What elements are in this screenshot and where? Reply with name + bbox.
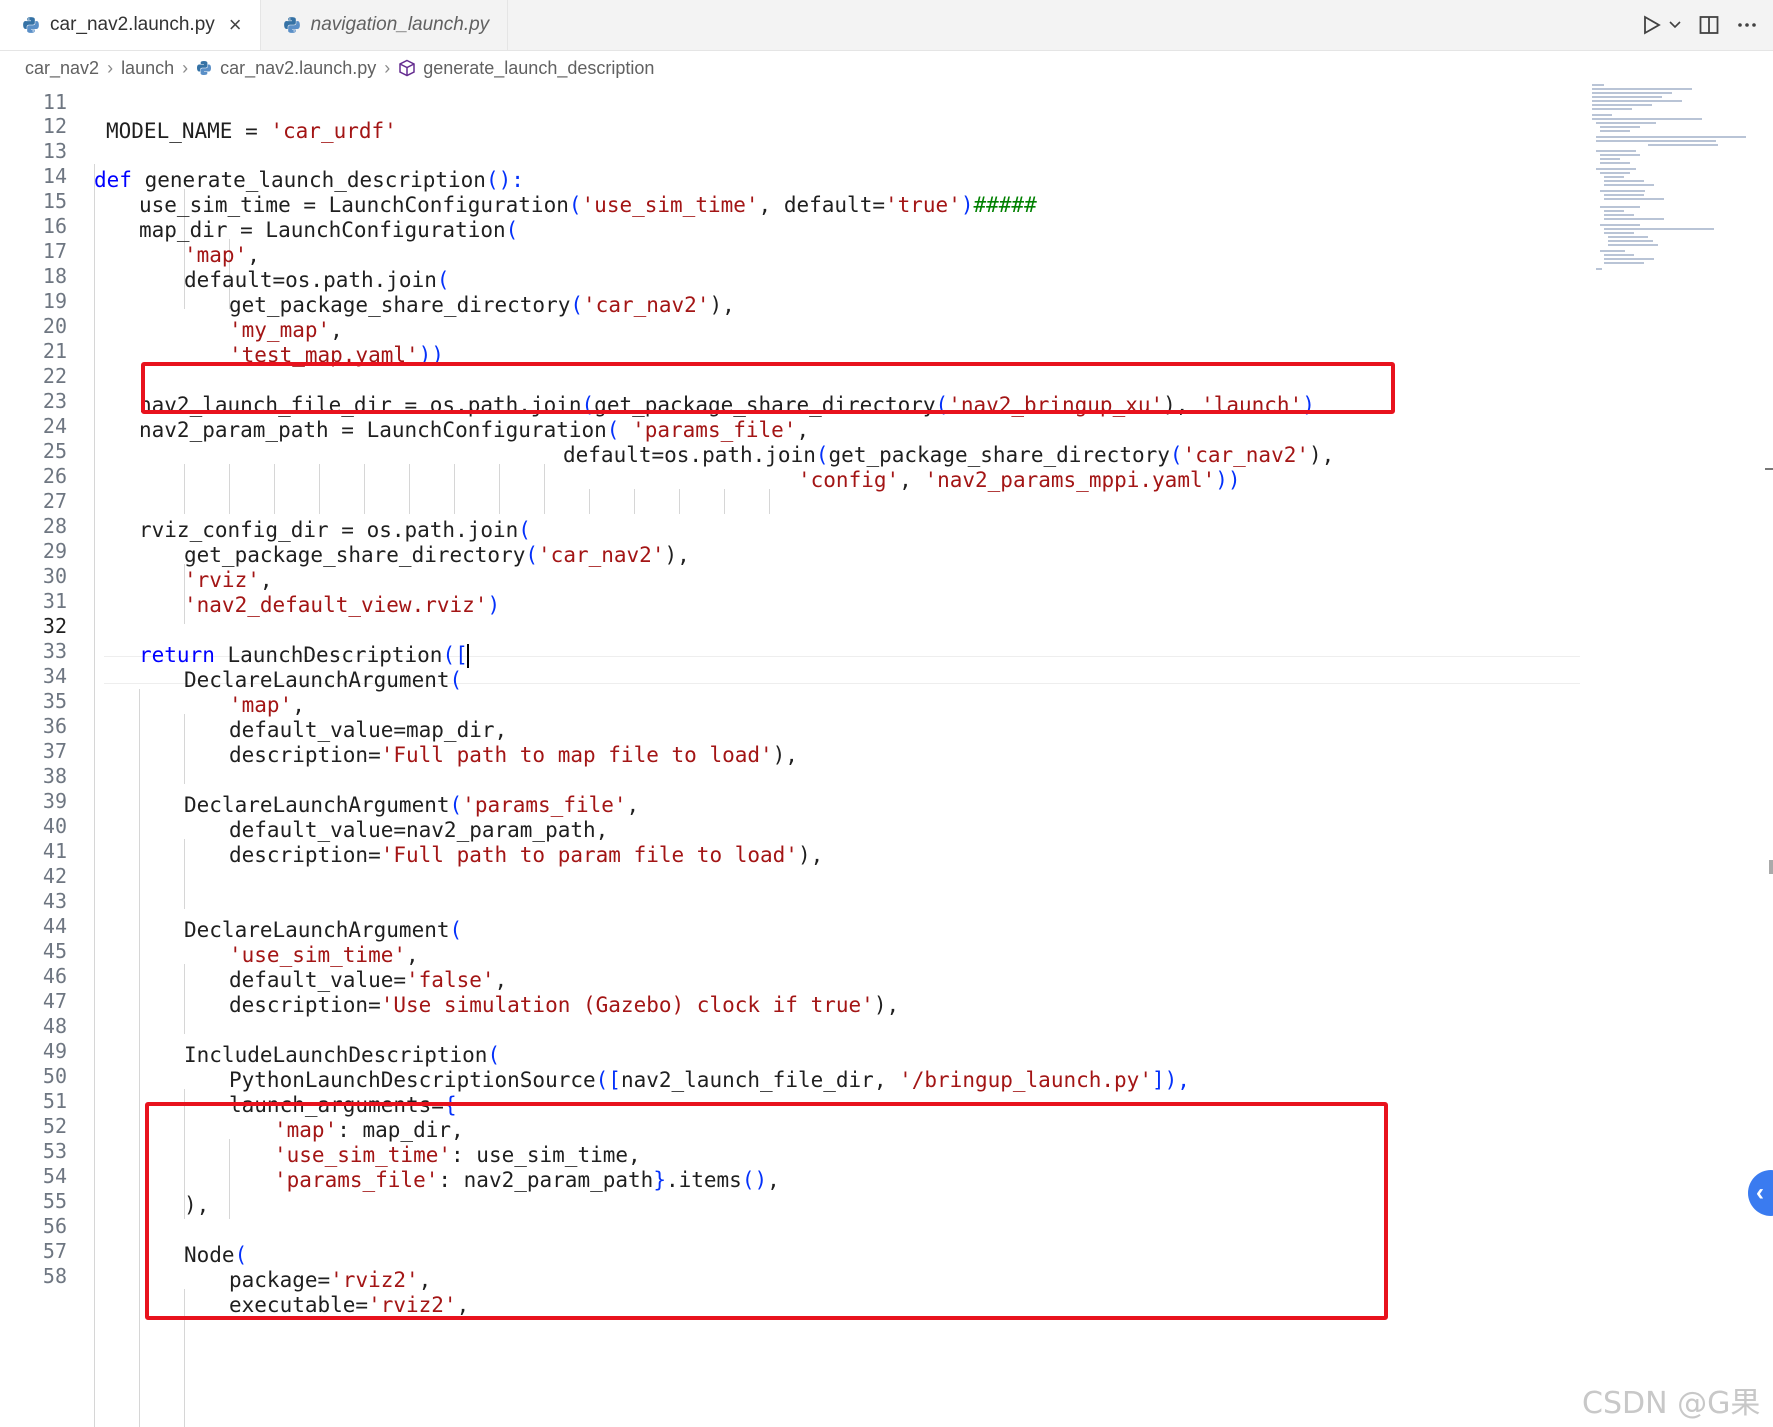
minimap-line: [1600, 206, 1640, 208]
minimap[interactable]: [1588, 82, 1758, 272]
minimap-line: [1604, 228, 1714, 230]
annotation-box-line-22: [141, 362, 1395, 414]
editor-actions: [1643, 0, 1757, 50]
minimap-line: [1600, 172, 1630, 174]
tab-label: navigation_launch.py: [310, 14, 490, 35]
close-icon[interactable]: ×: [229, 14, 242, 36]
chevron-left-icon: ‹: [1756, 1179, 1764, 1206]
code-editor[interactable]: 11 MODEL_NAME = 'car_urdf' 12 13 def gen…: [0, 72, 1580, 1427]
collapse-panel-button[interactable]: ‹: [1748, 1170, 1773, 1216]
minimap-line: [1592, 84, 1604, 86]
tab-car-nav2-launch[interactable]: car_nav2.launch.py ×: [0, 0, 261, 50]
minimap-line: [1596, 150, 1636, 152]
tab-label: car_nav2.launch.py: [50, 14, 215, 35]
minimap-line: [1600, 126, 1640, 128]
minimap-line: [1604, 232, 1634, 234]
minimap-line: [1604, 176, 1624, 178]
minimap-line: [1592, 92, 1672, 94]
annotation-box-include-launch: [145, 1102, 1388, 1320]
minimap-line: [1592, 108, 1632, 110]
run-icon[interactable]: [1643, 15, 1661, 35]
minimap-line: [1596, 122, 1656, 124]
minimap-line: [1604, 262, 1644, 264]
minimap-line: [1604, 184, 1654, 186]
minimap-line: [1592, 100, 1682, 102]
minimap-line: [1608, 240, 1653, 242]
minimap-line: [1604, 210, 1624, 212]
minimap-line: [1604, 214, 1634, 216]
minimap-line: [1596, 140, 1716, 142]
minimap-line: [1604, 218, 1664, 220]
minimap-line: [1600, 190, 1645, 192]
minimap-line: [1592, 96, 1662, 98]
minimap-line: [1592, 118, 1702, 120]
watermark: CSDN @G果: [1582, 1386, 1761, 1421]
minimap-line: [1604, 254, 1634, 256]
minimap-line: [1600, 162, 1630, 164]
minimap-line: [1592, 114, 1612, 116]
minimap-line: [1596, 268, 1602, 270]
line-number: 58: [42, 1264, 67, 1289]
minimap-line: [1596, 168, 1636, 170]
minimap-line: [1600, 250, 1625, 252]
minimap-line: [1648, 144, 1718, 146]
editor-tab-bar: car_nav2.launch.py × navigation_launch.p…: [0, 0, 1773, 51]
minimap-line: [1604, 198, 1664, 200]
python-icon: [23, 17, 39, 33]
minimap-line: [1604, 180, 1644, 182]
split-editor-icon[interactable]: [1699, 15, 1719, 35]
minimap-line: [1600, 154, 1640, 156]
minimap-line: [1592, 104, 1652, 106]
minimap-line: [1608, 244, 1658, 246]
minimap-line: [1592, 88, 1692, 90]
more-icon[interactable]: [1737, 22, 1757, 28]
minimap-line: [1600, 130, 1630, 132]
minimap-line: [1596, 136, 1746, 138]
minimap-line: [1600, 158, 1620, 160]
chevron-down-icon[interactable]: [1669, 21, 1681, 29]
minimap-line: [1608, 236, 1648, 238]
minimap-line: [1604, 194, 1644, 196]
minimap-line: [1604, 258, 1654, 260]
scrollbar-marker: [1765, 468, 1773, 470]
tab-navigation-launch[interactable]: navigation_launch.py: [261, 0, 509, 50]
minimap-line: [1600, 224, 1640, 226]
scrollbar-marker: [1769, 860, 1773, 874]
python-icon: [283, 17, 300, 33]
